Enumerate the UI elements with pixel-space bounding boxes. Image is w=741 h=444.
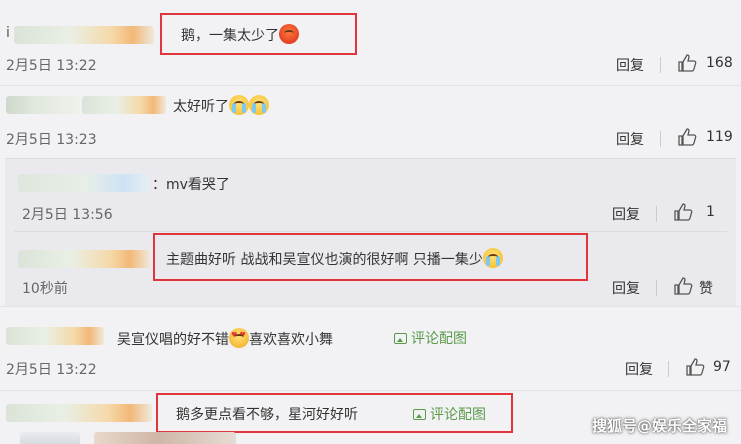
watermark: 搜狐号@娱乐全家福 xyxy=(591,417,727,435)
thumbs-up-icon[interactable] xyxy=(673,203,693,221)
reply-button[interactable]: 回复 xyxy=(616,129,644,149)
like-count: 168 xyxy=(706,55,733,71)
comment-time: 2月5日 13:56 xyxy=(22,207,113,223)
username-blurred[interactable] xyxy=(18,250,150,268)
comment-time: 2月5日 13:22 xyxy=(6,58,97,74)
image-thumbnail[interactable] xyxy=(20,432,80,444)
heart-eyes-emoji xyxy=(229,328,249,348)
comment-text: 鹅，一集太少了 xyxy=(181,24,299,45)
sub-box-top-border xyxy=(5,158,736,159)
username-blurred[interactable] xyxy=(82,96,166,114)
comment-time: 2月5日 13:23 xyxy=(6,132,97,148)
comment-time: 2月5日 13:22 xyxy=(6,362,97,378)
divider-line xyxy=(0,390,741,391)
crying-face-emoji xyxy=(249,95,269,115)
comment-text: 鹅多更点看不够，星河好好听 xyxy=(176,407,358,423)
username-blurred[interactable] xyxy=(18,174,150,192)
reply-button[interactable]: 回复 xyxy=(612,204,640,224)
like-count: 1 xyxy=(706,204,715,220)
reply-button[interactable]: 回复 xyxy=(616,55,644,75)
reply-button[interactable]: 回复 xyxy=(625,359,653,379)
divider xyxy=(656,280,657,296)
thumbs-up-icon[interactable] xyxy=(677,128,697,146)
thumbs-up-icon[interactable] xyxy=(677,54,697,72)
comment-text: ：mv看哭了 xyxy=(152,177,230,193)
divider xyxy=(668,361,669,377)
crying-face-emoji xyxy=(229,95,249,115)
divider-line xyxy=(0,306,741,307)
divider xyxy=(660,131,661,147)
image-thumbnail[interactable] xyxy=(94,432,236,444)
username-blurred[interactable] xyxy=(6,327,104,345)
username-fragment[interactable]: i xyxy=(6,25,10,41)
divider xyxy=(656,206,657,222)
angry-face-emoji xyxy=(279,24,299,44)
comment-time: 10秒前 xyxy=(22,281,68,297)
username-blurred[interactable] xyxy=(6,404,152,422)
comment-image-link[interactable]: 评论配图 xyxy=(394,328,467,348)
thumbs-up-icon[interactable] xyxy=(673,277,693,295)
comment-text: 主题曲好听 战战和吴宣仪也演的很好啊 只播一集少 xyxy=(166,248,503,269)
comment-image-link[interactable]: 评论配图 xyxy=(413,404,486,424)
image-icon xyxy=(394,333,407,344)
comment-text: 太好听了 xyxy=(173,95,269,116)
crying-face-emoji xyxy=(482,248,503,268)
username-blurred[interactable] xyxy=(6,96,80,114)
comment-text: 吴宣仪唱的好不错喜欢喜欢小舞 xyxy=(117,328,333,349)
image-icon xyxy=(413,409,426,420)
like-count: 97 xyxy=(713,359,731,375)
thumbs-up-icon[interactable] xyxy=(685,358,705,376)
divider-line xyxy=(0,85,741,86)
divider xyxy=(660,57,661,73)
username-blurred[interactable] xyxy=(14,26,154,44)
like-button-label[interactable]: 赞 xyxy=(699,278,713,298)
like-count: 119 xyxy=(706,129,733,145)
reply-button[interactable]: 回复 xyxy=(612,278,640,298)
divider-line xyxy=(14,231,727,232)
